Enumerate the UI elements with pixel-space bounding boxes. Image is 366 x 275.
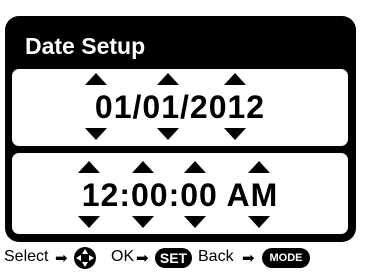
select-label: Select: [4, 248, 49, 265]
day-up-arrow-icon[interactable]: [157, 73, 179, 85]
date-value[interactable]: 01/01/2012: [12, 89, 348, 125]
second-up-arrow-icon[interactable]: [184, 161, 206, 173]
hour-down-arrow-icon[interactable]: [78, 216, 100, 228]
minute-down-arrow-icon[interactable]: [132, 216, 154, 228]
back-arrow-icon: ➡: [242, 250, 255, 267]
select-arrow-icon: ➡: [55, 250, 68, 267]
month-up-arrow-icon[interactable]: [85, 73, 107, 85]
month-down-arrow-icon[interactable]: [85, 128, 107, 140]
year-up-arrow-icon[interactable]: [224, 73, 246, 85]
help-bar: Select ➡ OK ➡ SET Back ➡ MODE: [0, 247, 366, 273]
year-down-arrow-icon[interactable]: [224, 128, 246, 140]
ok-arrow-icon: ➡: [136, 250, 149, 267]
minute-up-arrow-icon[interactable]: [132, 161, 154, 173]
ok-label: OK: [111, 248, 135, 265]
time-value[interactable]: 12:00:00 AM: [12, 177, 348, 213]
hour-up-arrow-icon[interactable]: [78, 161, 100, 173]
ampm-up-arrow-icon[interactable]: [248, 161, 270, 173]
day-down-arrow-icon[interactable]: [157, 128, 179, 140]
second-down-arrow-icon[interactable]: [184, 216, 206, 228]
set-key-badge: SET: [155, 248, 192, 268]
screen-title: Date Setup: [25, 33, 146, 59]
time-panel[interactable]: 12:00:00 AM: [12, 153, 348, 234]
mode-key-badge: MODE: [262, 248, 310, 268]
ampm-down-arrow-icon[interactable]: [248, 216, 270, 228]
dpad-icon: [74, 247, 96, 269]
date-panel[interactable]: 01/01/2012: [12, 69, 348, 146]
date-setup-screen: Date Setup 01/01/2012 12:00:00 AM Select…: [0, 0, 366, 275]
back-label: Back: [198, 248, 234, 265]
